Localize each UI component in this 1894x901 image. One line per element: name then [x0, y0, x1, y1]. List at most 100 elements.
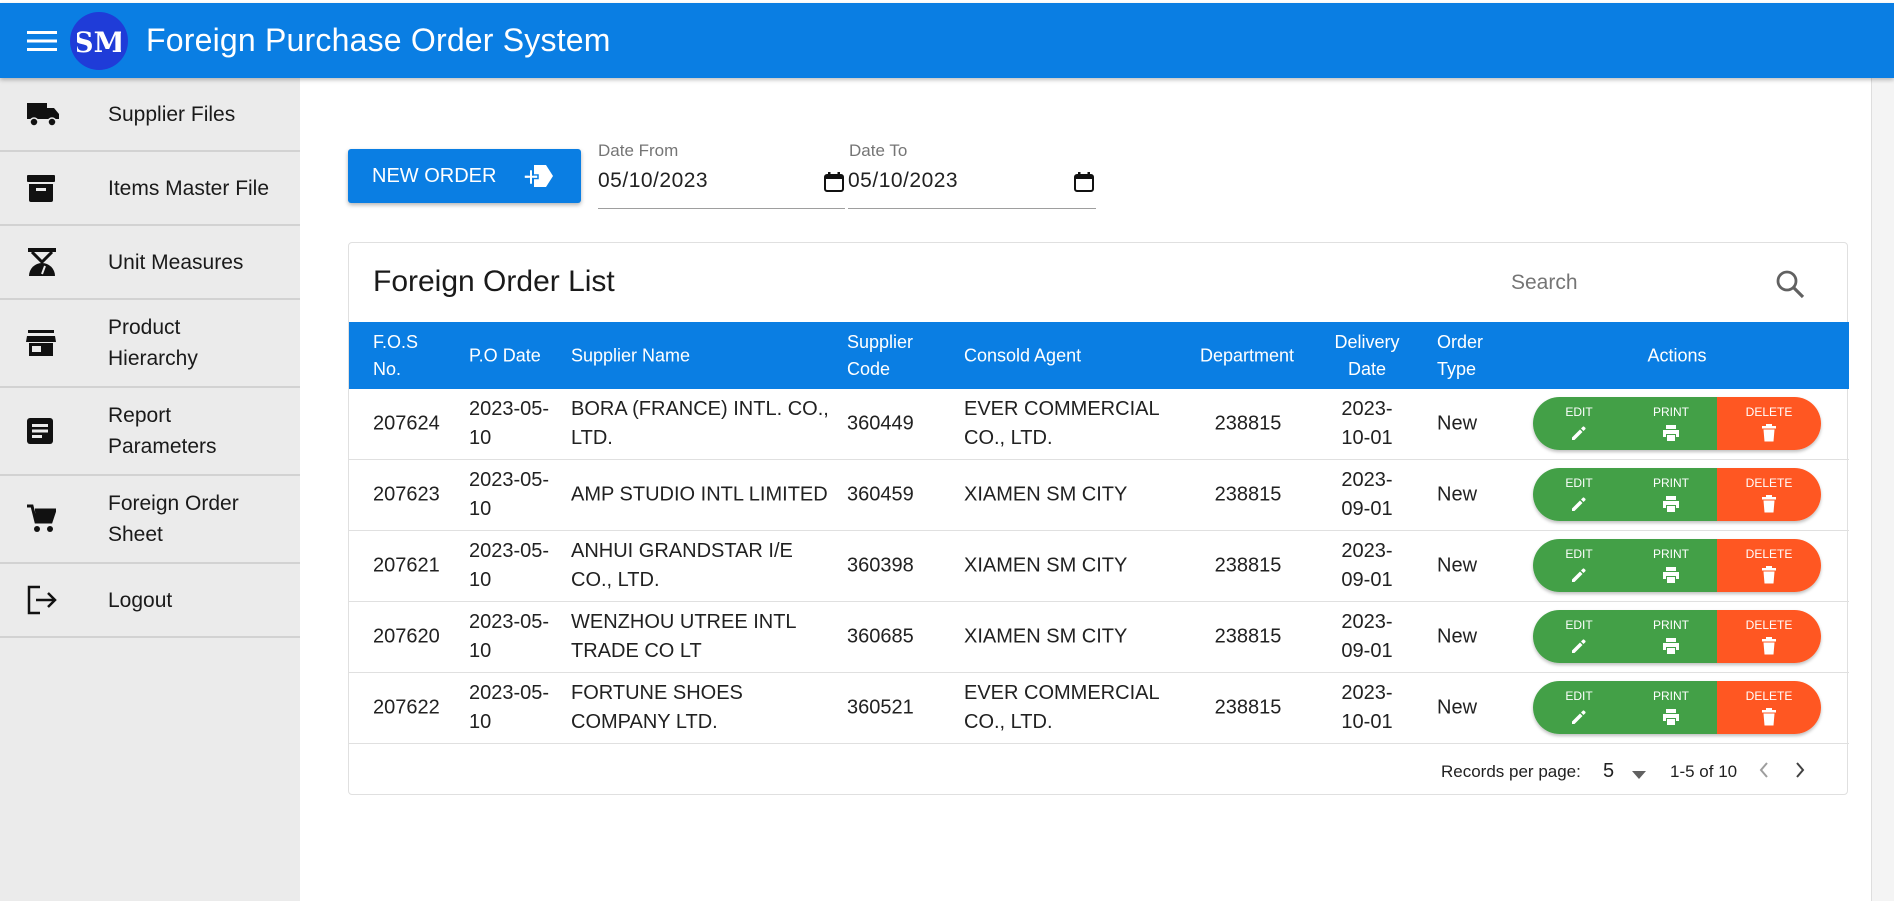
chevron-left-icon[interactable] [1757, 760, 1771, 785]
delete-button[interactable]: DELETE [1717, 397, 1821, 450]
fos-no-cell: 207623 [373, 483, 440, 506]
table-row[interactable]: 207622 2023-05-10 FORTUNE SHOES COMPANY … [349, 673, 1849, 744]
edit-label: EDIT [1565, 547, 1593, 561]
date-from-field[interactable]: Date From 05/10/2023 [598, 141, 845, 209]
column-header[interactable]: F.O.S No. [373, 329, 435, 383]
edit-button[interactable]: EDIT [1533, 397, 1625, 450]
calendar-icon[interactable] [1073, 171, 1095, 193]
edit-button[interactable]: EDIT [1533, 539, 1625, 592]
cart-icon [0, 504, 108, 534]
new-order-button[interactable]: NEW ORDER [348, 149, 581, 203]
column-header: Actions [1647, 345, 1707, 365]
department-cell: 238815 [1214, 625, 1282, 648]
calendar-icon[interactable] [823, 171, 845, 193]
supplier-code-cell: 360685 [847, 625, 914, 648]
date-to-label: Date To [849, 141, 908, 160]
search-icon[interactable] [1775, 269, 1805, 304]
sm-logo: SM [70, 11, 128, 70]
trash-icon [1762, 424, 1776, 442]
row-actions: EDIT PRINT DELETE [1533, 610, 1821, 663]
table-row[interactable]: 207624 2023-05-10 BORA (FRANCE) INTL. CO… [349, 389, 1849, 460]
column-header[interactable]: Department [1200, 342, 1294, 369]
consold-agent-cell: XIAMEN SM CITY [964, 625, 1128, 648]
search-input[interactable] [1511, 271, 1771, 295]
scale-icon [0, 246, 108, 278]
sidebar: Supplier Files Items Master File Unit Me… [0, 78, 300, 901]
date-to-input[interactable]: 05/10/2023 [848, 169, 958, 193]
po-date-cell: 2023-05-10 [469, 540, 550, 591]
delivery-date-cell: 2023-09-01 [1341, 469, 1393, 520]
po-date-cell: 2023-05-10 [469, 398, 550, 449]
print-label: PRINT [1653, 405, 1689, 419]
app-title: Foreign Purchase Order System [146, 22, 611, 58]
department-cell: 238815 [1214, 696, 1282, 719]
trash-icon [1762, 566, 1776, 584]
sidebar-item-logout[interactable]: Logout [0, 564, 300, 638]
svg-text:SM: SM [77, 26, 121, 59]
scrollbar[interactable] [1871, 78, 1894, 901]
records-per-page-select[interactable]: 5 [1603, 760, 1614, 783]
search-box[interactable] [1511, 265, 1821, 309]
column-header[interactable]: Consold Agent [964, 342, 1081, 369]
pencil-icon [1572, 568, 1586, 582]
pencil-icon [1572, 426, 1586, 440]
edit-label: EDIT [1565, 689, 1593, 703]
department-cell: 238815 [1214, 554, 1282, 577]
page-range: 1-5 of 10 [1670, 762, 1738, 781]
sidebar-item-label: Unit Measures [108, 250, 244, 274]
edit-button[interactable]: EDIT [1533, 681, 1625, 734]
delete-label: DELETE [1745, 689, 1793, 703]
print-button[interactable]: PRINT [1625, 397, 1717, 450]
delivery-date-cell: 2023-10-01 [1341, 398, 1393, 449]
print-label: PRINT [1653, 618, 1689, 632]
date-from-input[interactable]: 05/10/2023 [598, 169, 708, 193]
fos-no-cell: 207624 [373, 412, 440, 435]
sidebar-item-product-hierarchy[interactable]: Product Hierarchy [0, 300, 300, 388]
sidebar-item-foreign-order-sheet[interactable]: Foreign Order Sheet [0, 476, 300, 564]
order-type-cell: New [1437, 483, 1478, 506]
edit-button[interactable]: EDIT [1533, 468, 1625, 521]
menu-icon[interactable] [22, 21, 62, 61]
edit-button[interactable]: EDIT [1533, 610, 1625, 663]
printer-icon [1663, 709, 1679, 725]
print-button[interactable]: PRINT [1625, 468, 1717, 521]
pencil-icon [1572, 639, 1586, 653]
sidebar-item-report-parameters[interactable]: Report Parameters [0, 388, 300, 476]
sidebar-item-supplier-files[interactable]: Supplier Files [0, 78, 300, 152]
delete-button[interactable]: DELETE [1717, 681, 1821, 734]
table-row[interactable]: 207623 2023-05-10 AMP STUDIO INTL LIMITE… [349, 460, 1849, 531]
archive-icon [0, 173, 108, 203]
column-header[interactable]: Supplier Name [571, 342, 690, 369]
delete-button[interactable]: DELETE [1717, 539, 1821, 592]
table-row[interactable]: 207621 2023-05-10 ANHUI GRANDSTAR I/E CO… [349, 531, 1849, 602]
supplier-name-cell: AMP STUDIO INTL LIMITED [571, 483, 828, 506]
sidebar-item-unit-measures[interactable]: Unit Measures [0, 226, 300, 300]
print-button[interactable]: PRINT [1625, 681, 1717, 734]
column-header[interactable]: P.O Date [469, 342, 541, 369]
column-header[interactable]: Delivery Date [1327, 329, 1407, 383]
column-header[interactable]: Supplier Code [847, 329, 927, 383]
print-label: PRINT [1653, 547, 1689, 561]
supplier-name-cell: ANHUI GRANDSTAR I/E CO., LTD. [571, 540, 793, 591]
supplier-name-cell: BORA (FRANCE) INTL. CO., LTD. [571, 398, 829, 449]
print-button[interactable]: PRINT [1625, 610, 1717, 663]
chevron-down-icon[interactable] [1631, 765, 1647, 785]
sidebar-item-label: Product Hierarchy [108, 316, 198, 370]
print-label: PRINT [1653, 689, 1689, 703]
po-date-cell: 2023-05-10 [469, 682, 550, 733]
print-button[interactable]: PRINT [1625, 539, 1717, 592]
delete-label: DELETE [1745, 547, 1793, 561]
sidebar-item-label: Report Parameters [108, 404, 217, 458]
date-to-field[interactable]: Date To 05/10/2023 [848, 141, 1096, 209]
delete-button[interactable]: DELETE [1717, 610, 1821, 663]
supplier-code-cell: 360459 [847, 483, 914, 506]
table-row[interactable]: 207620 2023-05-10 WENZHOU UTREE INTL TRA… [349, 602, 1849, 673]
row-actions: EDIT PRINT DELETE [1533, 681, 1821, 734]
truck-icon [0, 101, 108, 127]
sidebar-item-label: Foreign Order Sheet [108, 492, 239, 546]
chevron-right-icon[interactable] [1793, 760, 1807, 785]
sidebar-item-items-master-file[interactable]: Items Master File [0, 152, 300, 226]
department-cell: 238815 [1214, 412, 1282, 435]
delete-button[interactable]: DELETE [1717, 468, 1821, 521]
column-header[interactable]: Order Type [1437, 329, 1497, 383]
